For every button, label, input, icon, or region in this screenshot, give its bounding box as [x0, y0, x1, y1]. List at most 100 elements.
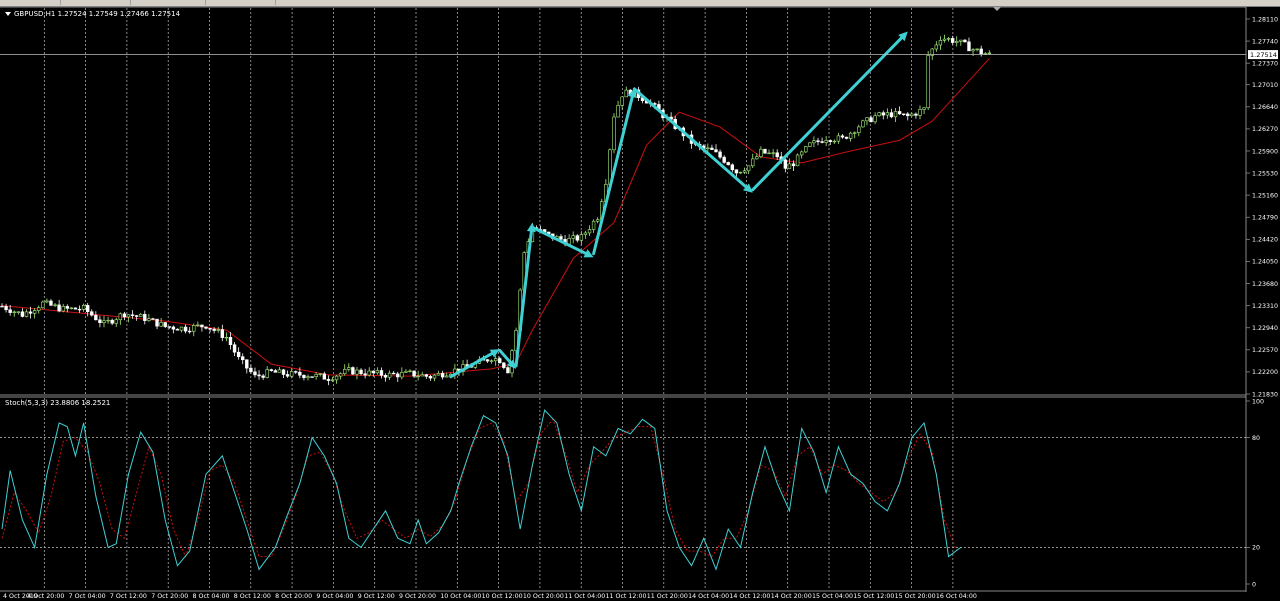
candle-body	[57, 304, 61, 312]
candles	[0, 34, 992, 386]
candle-body	[232, 344, 237, 353]
candle-body	[791, 163, 796, 167]
candle-body	[706, 147, 710, 150]
candle-body	[245, 359, 249, 369]
candle-body	[771, 152, 775, 154]
candle-body	[428, 376, 433, 379]
candle-body	[575, 235, 579, 241]
candle-body	[710, 147, 714, 150]
chart-shift-marker-icon[interactable]	[993, 7, 1001, 11]
candle-body	[257, 374, 261, 377]
price-axis-label: 1.22940	[1252, 325, 1278, 332]
candle-body	[261, 375, 265, 378]
candle-body	[881, 112, 885, 116]
candle-body	[371, 370, 375, 374]
candle-body	[204, 326, 208, 329]
candle-body	[751, 158, 755, 167]
candle-body	[844, 136, 849, 139]
time-axis-label: 9 Oct 04:00	[316, 593, 353, 600]
chart-frame	[0, 6, 1247, 592]
time-axis-label: 14 Oct 12:00	[729, 593, 770, 600]
candle-body	[379, 370, 384, 376]
candle-body	[196, 324, 200, 327]
window-tab[interactable]	[130, 0, 206, 5]
time-axis-label: 10 Oct 20:00	[523, 593, 564, 600]
candle-body	[326, 378, 331, 381]
chart-area[interactable]: 4 Oct 20194 Oct 20:00 7 Oct 04:00 7 Oct 12…	[0, 6, 1280, 601]
candle-body	[277, 369, 282, 373]
trend-arrow-shaft	[632, 87, 748, 189]
window-tab[interactable]	[205, 0, 276, 5]
candle-body	[445, 375, 449, 378]
stoch-axis-label: 20	[1252, 545, 1260, 552]
price-axis-label: 1.25900	[1252, 148, 1278, 155]
time-axis-label: 9 Oct 20:00	[399, 593, 436, 600]
candle-body	[122, 313, 127, 318]
candle-body	[330, 379, 335, 381]
candle-body	[946, 38, 951, 40]
trend-arrows[interactable]	[449, 31, 908, 379]
candle-body	[183, 326, 188, 332]
candle-body	[926, 55, 930, 109]
candle-body	[192, 325, 196, 332]
candle-body	[840, 135, 845, 138]
chart-menu-triangle-icon[interactable]	[5, 12, 11, 16]
candle-body	[208, 328, 212, 330]
window-tab[interactable]	[0, 0, 61, 5]
candle-body	[848, 132, 853, 139]
trend-arrow-shaft	[514, 230, 533, 368]
candle-body	[37, 307, 41, 311]
candle-body	[412, 370, 416, 377]
candle-body	[583, 232, 588, 235]
candle-body	[147, 318, 151, 321]
candle-body	[200, 324, 204, 328]
candle-body	[718, 151, 722, 158]
candle-body	[436, 373, 441, 376]
axis-labels: 4 Oct 20194 Oct 20:00 7 Oct 04:00 7 Oct 12…	[3, 16, 1278, 600]
time-axis-label: 9 Oct 12:00	[358, 593, 395, 600]
candle-body	[289, 371, 294, 377]
price-axis-label: 1.22200	[1252, 369, 1278, 376]
candle-body	[69, 307, 74, 309]
candle-body	[61, 306, 65, 312]
candle-body	[318, 373, 322, 375]
candle-body	[889, 112, 894, 118]
candle-body	[485, 359, 490, 362]
candle-body	[53, 304, 57, 306]
candle-body	[775, 152, 779, 158]
candle-body	[114, 319, 118, 324]
candle-body	[106, 319, 110, 322]
candle-body	[787, 163, 792, 169]
candle-body	[938, 40, 943, 46]
candle-body	[65, 306, 69, 309]
candle-body	[77, 308, 82, 311]
candle-body	[910, 113, 914, 117]
candle-body	[828, 140, 832, 142]
candle-body	[975, 48, 979, 51]
candle-body	[742, 170, 747, 173]
candle-body	[812, 140, 816, 144]
candle-body	[306, 376, 310, 379]
candle-body	[804, 146, 808, 153]
candle-body	[351, 367, 355, 375]
candle-body	[151, 318, 155, 320]
candle-body	[130, 314, 135, 316]
price-axis-label: 1.28110	[1252, 16, 1278, 23]
candle-body	[506, 367, 510, 374]
window-tab[interactable]	[60, 0, 131, 5]
moving-average-path	[1, 58, 990, 377]
candle-body	[836, 135, 841, 142]
time-axis-label: 7 Oct 20:00	[151, 593, 188, 600]
candle-body	[387, 372, 392, 378]
moving-average-line	[1, 58, 990, 377]
candle-body	[897, 111, 902, 115]
candle-body	[375, 370, 380, 374]
grid-lines	[0, 8, 1246, 590]
candle-body	[367, 370, 371, 376]
time-axis-label: 8 Oct 12:00	[234, 593, 271, 600]
candle-body	[440, 373, 445, 378]
candle-body	[963, 39, 967, 43]
candle-body	[971, 49, 975, 52]
candle-body	[81, 305, 86, 310]
candle-body	[118, 313, 123, 321]
